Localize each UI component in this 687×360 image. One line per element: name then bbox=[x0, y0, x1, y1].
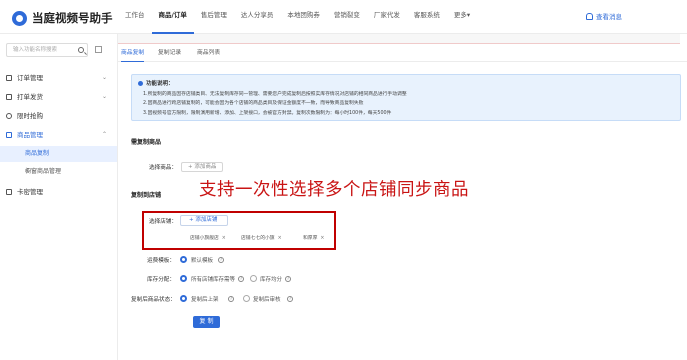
add-store-button[interactable]: + 添加店铺 bbox=[180, 215, 228, 226]
stock-option-1-label: 所有店铺库存需等 bbox=[191, 277, 236, 283]
notice-line: 2.因商品进行跨店铺复制的，可能会因为各个店铺的商品类目及保证金额度不一致，而导… bbox=[143, 101, 364, 106]
store-tag-label: 和厚厚 bbox=[303, 236, 318, 241]
logo-icon bbox=[12, 10, 27, 26]
topnav-workbench[interactable]: 工作台 bbox=[118, 0, 152, 34]
info-icon bbox=[138, 80, 143, 86]
status-review-radio[interactable] bbox=[243, 295, 250, 302]
search-input[interactable]: 输入功能名称搜索 bbox=[6, 43, 88, 57]
copy-submit-button[interactable]: 复 制 bbox=[193, 316, 220, 328]
help-icon[interactable]: ? bbox=[285, 276, 291, 282]
sidebar-item-label: 打单发货 bbox=[17, 93, 43, 101]
tab-goods-copy[interactable]: 商品复制 bbox=[121, 45, 145, 62]
close-icon[interactable]: × bbox=[222, 236, 226, 241]
topnav-customer-service[interactable]: 客服系统 bbox=[407, 0, 447, 34]
store-tag-label: 店铺七七的小旗 bbox=[241, 236, 275, 241]
annotation-text: 支持一次性选择多个店铺同步商品 bbox=[199, 180, 469, 200]
add-goods-button[interactable]: + 添加商品 bbox=[181, 162, 224, 172]
help-icon[interactable]: ? bbox=[287, 296, 293, 302]
help-icon[interactable]: ? bbox=[228, 296, 234, 302]
chevron-down-icon: ⌄ bbox=[102, 93, 108, 100]
store-tag: 和厚厚 × bbox=[303, 234, 324, 243]
topnav-promoters[interactable]: 达人分享员 bbox=[234, 0, 281, 34]
tag-icon bbox=[6, 132, 12, 138]
sidebar-item-label: 商品管理 bbox=[17, 131, 43, 139]
sidebar-item-printing[interactable]: 打单发货 ⌄ bbox=[0, 89, 118, 105]
status-option-2-label: 复制后审核 bbox=[253, 297, 281, 303]
section-title-target-stores: 复制到店铺 bbox=[131, 192, 162, 199]
section-title-copy-goods: 需复制商品 bbox=[131, 139, 162, 146]
sidebar-subitem-showcase[interactable]: 橱窗商品管理 bbox=[0, 164, 117, 180]
store-tag: 店铺七七的小旗 × bbox=[241, 234, 282, 243]
app-title: 当庭视频号助手 bbox=[32, 11, 113, 25]
search-icon[interactable] bbox=[78, 47, 84, 53]
help-icon[interactable]: ? bbox=[218, 257, 224, 263]
sidebar-item-label: 限时抢购 bbox=[17, 112, 43, 120]
top-bar: 当庭视频号助手 工作台 商品/订单 售后管理 达人分享员 本地团购券 营销裂变 … bbox=[0, 0, 687, 34]
notice-title-row: 功能说明： bbox=[138, 79, 674, 87]
stock-split-radio[interactable] bbox=[250, 275, 257, 282]
notice-line: 1.所复制的商品因存店铺类目、无法复制库存同一管理、需要您户完成复制后按照实库存… bbox=[143, 91, 407, 97]
tab-copy-records[interactable]: 复制记录 bbox=[158, 45, 181, 62]
topnav-marketing[interactable]: 营销裂变 bbox=[327, 0, 367, 34]
sidebar-item-label: 卡密管理 bbox=[17, 188, 43, 196]
status-publish-radio[interactable] bbox=[180, 295, 187, 302]
page-tabs: 商品复制 复制记录 商品列表 bbox=[118, 45, 687, 62]
view-messages-link[interactable]: 查看消息 bbox=[586, 11, 622, 21]
stock-option-2-label: 库存均分 bbox=[260, 277, 283, 283]
sidebar-item-card-codes[interactable]: 卡密管理 bbox=[0, 184, 118, 200]
tab-goods-list[interactable]: 商品列表 bbox=[197, 45, 220, 62]
close-icon[interactable]: × bbox=[320, 236, 324, 241]
printer-icon bbox=[6, 94, 12, 100]
chevron-up-icon: ⌃ bbox=[102, 131, 108, 138]
topnav-local-coupons[interactable]: 本地团购券 bbox=[280, 0, 327, 34]
collapse-sidebar-icon[interactable] bbox=[95, 46, 102, 53]
sidebar: 输入功能名称搜索 订单管理 ⌄ 打单发货 ⌄ 限时抢购 商品管理 ⌃ 商品复制 … bbox=[0, 34, 118, 360]
select-store-label: 选择店铺： bbox=[149, 219, 177, 225]
sidebar-item-label: 订单管理 bbox=[17, 74, 43, 82]
top-nav: 工作台 商品/订单 售后管理 达人分享员 本地团购券 营销裂变 厂家代发 客服系… bbox=[118, 0, 477, 34]
store-tag-label: 店铺小旗舰店 bbox=[190, 236, 219, 241]
shipping-default-radio[interactable] bbox=[180, 256, 187, 263]
document-icon bbox=[6, 75, 12, 81]
status-option-1-label: 复制后上架 bbox=[191, 297, 219, 303]
topnav-dropship[interactable]: 厂家代发 bbox=[367, 0, 407, 34]
sidebar-item-orders[interactable]: 订单管理 ⌄ bbox=[0, 70, 118, 86]
card-icon bbox=[6, 189, 12, 195]
clock-icon bbox=[6, 113, 12, 119]
select-goods-label: 选择商品： bbox=[149, 165, 177, 171]
sidebar-item-flash-sale[interactable]: 限时抢购 bbox=[0, 108, 118, 124]
topnav-goods-orders[interactable]: 商品/订单 bbox=[151, 0, 194, 34]
help-icon[interactable]: ? bbox=[238, 276, 244, 282]
notice-line: 3.因视频号官方限制，限制演用新增、添加、上架接口，会被官方封禁。复制次数限制为… bbox=[143, 110, 392, 116]
shipping-option-label: 默认模板 bbox=[191, 258, 214, 264]
store-tag: 店铺小旗舰店 × bbox=[190, 234, 226, 243]
app-logo[interactable]: 当庭视频号助手 bbox=[12, 10, 113, 26]
chevron-down-icon: ⌄ bbox=[102, 74, 108, 81]
shipping-label: 运费模板： bbox=[147, 258, 175, 264]
topnav-after-sales[interactable]: 售后管理 bbox=[194, 0, 234, 34]
topnav-more[interactable]: 更多▾ bbox=[447, 0, 477, 34]
sidebar-subitem-goods-copy[interactable]: 商品复制 bbox=[0, 146, 117, 162]
top-alert-strip bbox=[118, 34, 680, 44]
status-label: 复制后商品状态： bbox=[131, 297, 176, 303]
stock-equal-radio[interactable] bbox=[180, 275, 187, 282]
notice-title: 功能说明： bbox=[146, 81, 174, 87]
sidebar-item-goods[interactable]: 商品管理 ⌃ bbox=[0, 127, 118, 143]
message-link-label: 查看消息 bbox=[596, 13, 622, 21]
stock-label: 库存分配： bbox=[147, 277, 175, 283]
notice-box: 功能说明： 1.所复制的商品因存店铺类目、无法复制库存同一管理、需要您户完成复制… bbox=[131, 74, 681, 121]
close-icon[interactable]: × bbox=[278, 236, 282, 241]
bell-icon bbox=[586, 12, 593, 20]
